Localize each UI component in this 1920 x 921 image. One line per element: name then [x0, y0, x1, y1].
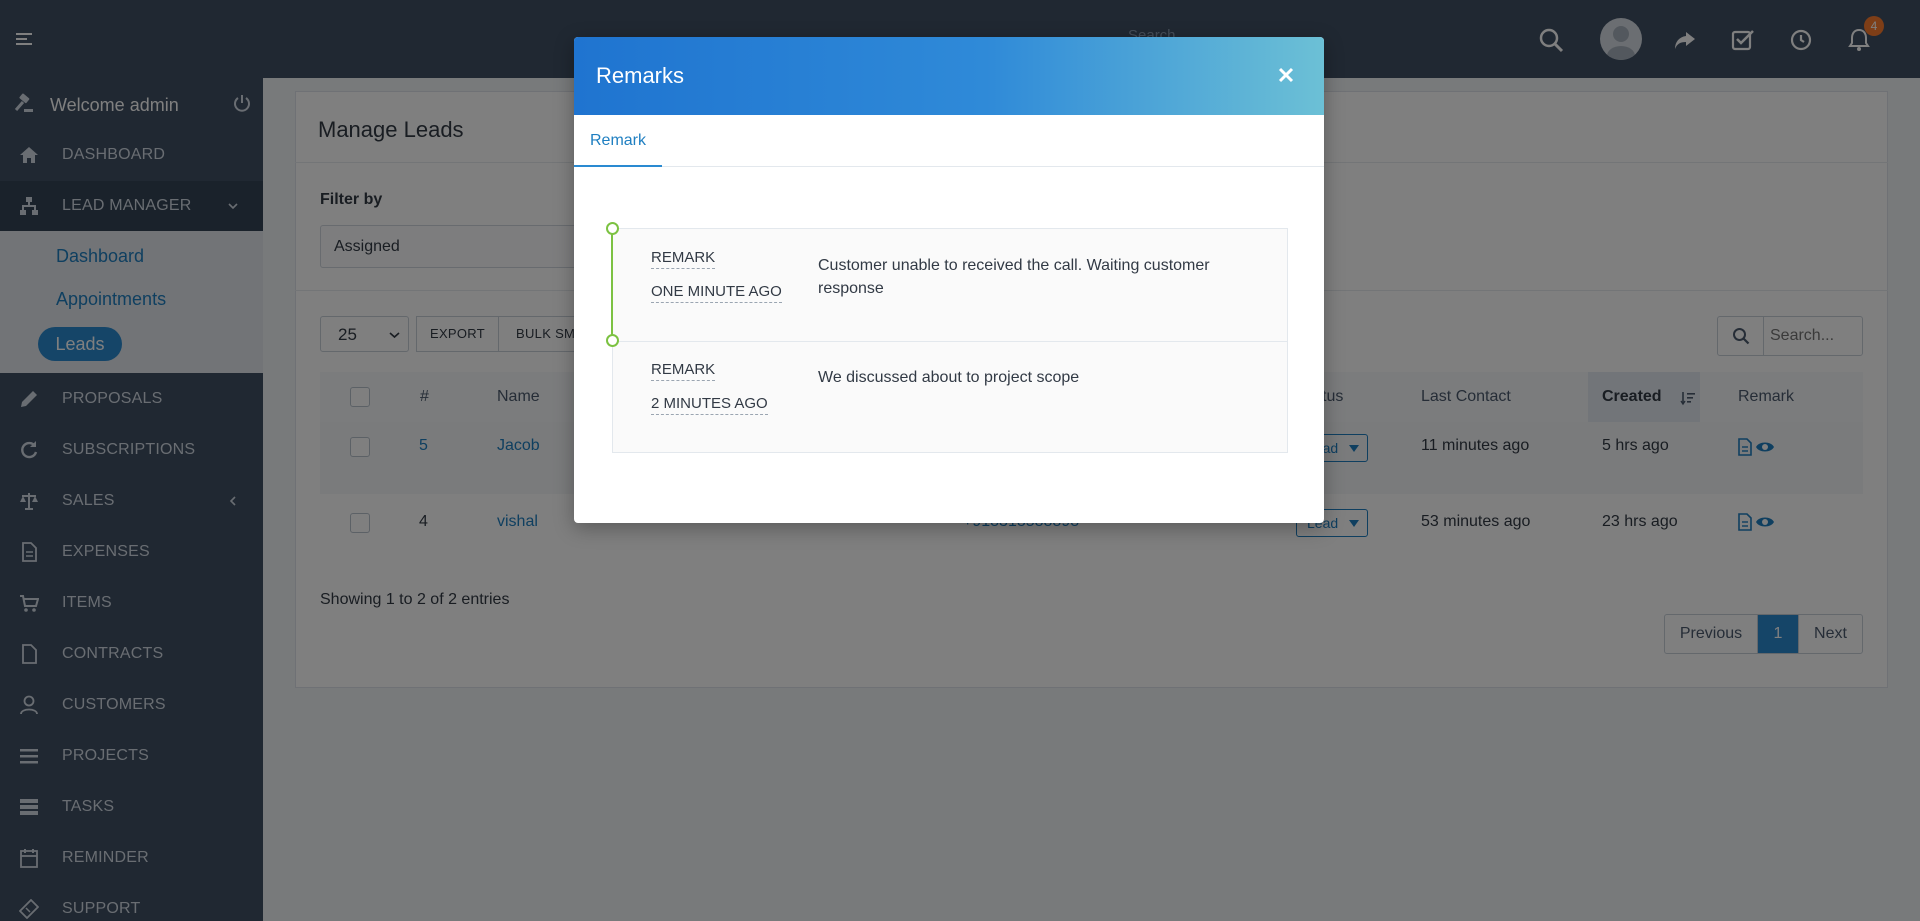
remark-time: ONE MINUTE AGO — [651, 283, 782, 303]
remark-timeline: REMARK ONE MINUTE AGO Customer unable to… — [612, 228, 1288, 453]
timeline-dot — [606, 222, 619, 235]
modal-tabs: Remark — [574, 115, 1324, 167]
remark-type-label: REMARK — [651, 361, 716, 381]
remark-time: 2 MINUTES AGO — [651, 395, 768, 415]
modal-title: Remarks — [596, 63, 685, 88]
timeline-dot — [606, 334, 619, 347]
remark-text: Customer unable to received the call. Wa… — [818, 257, 1210, 297]
close-icon[interactable] — [1274, 63, 1298, 87]
modal-header: Remarks — [574, 37, 1324, 115]
tab-label: Remark — [590, 132, 647, 149]
timeline-connector — [611, 227, 613, 340]
tab-remark[interactable]: Remark — [574, 115, 662, 167]
remark-text: We discussed about to project scope — [818, 369, 1080, 386]
remark-type-label: REMARK — [651, 249, 716, 269]
remark-entry: REMARK 2 MINUTES AGO We discussed about … — [613, 341, 1287, 453]
remarks-modal: Remarks Remark REMARK ONE MINUTE AGO Cus… — [574, 37, 1324, 523]
remark-entry: REMARK ONE MINUTE AGO Customer unable to… — [613, 229, 1287, 341]
